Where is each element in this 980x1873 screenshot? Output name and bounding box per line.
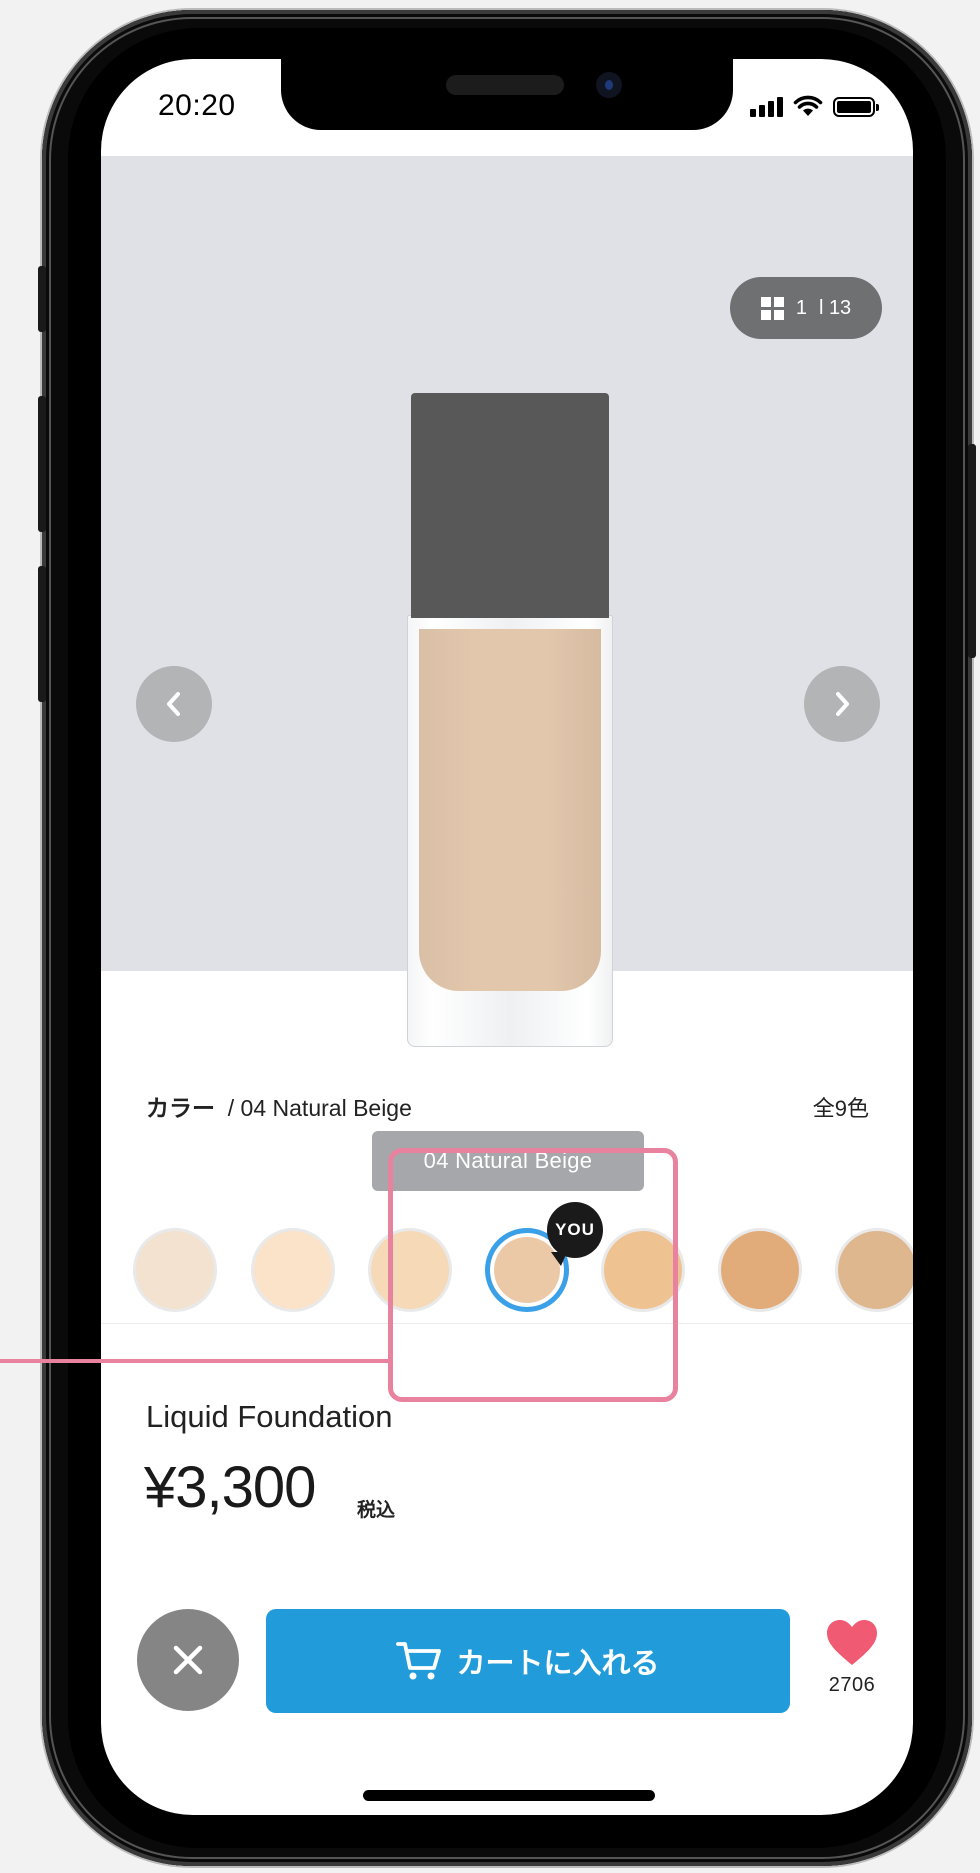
cart-icon <box>396 1642 442 1680</box>
product-gallery[interactable]: 1 l 13 04 Natural Beige <box>101 156 913 1191</box>
counter-current: 1 <box>795 296 807 319</box>
wifi-icon <box>793 95 823 116</box>
cart-label: カートに入れる <box>456 1648 660 1680</box>
color-swatch-2[interactable] <box>251 1228 335 1312</box>
status-time: 20:20 <box>158 89 236 122</box>
battery-icon <box>833 97 879 117</box>
product-price: ¥3,300 <box>144 1455 316 1520</box>
next-image-button[interactable] <box>804 666 880 742</box>
chevron-left-icon <box>167 692 180 716</box>
close-icon <box>173 1645 203 1675</box>
add-to-cart-button[interactable]: カートに入れる <box>266 1609 790 1713</box>
favorite-button[interactable]: 2706 <box>817 1619 887 1697</box>
close-button[interactable] <box>137 1609 239 1711</box>
image-counter[interactable]: 1 l 13 <box>730 277 882 339</box>
favorite-count: 2706 <box>828 1674 876 1696</box>
color-count: 全9色 <box>812 1096 869 1121</box>
speaker-grille <box>446 75 564 95</box>
color-swatch-6[interactable] <box>718 1228 802 1312</box>
product-name: Liquid Foundation <box>146 1399 393 1434</box>
power-button <box>968 444 976 658</box>
volume-down-button <box>38 566 46 702</box>
tax-note: 税込 <box>357 1500 396 1521</box>
home-indicator[interactable] <box>363 1790 655 1801</box>
chevron-right-icon <box>836 692 849 716</box>
callout-line <box>0 1359 390 1363</box>
color-label: カラー <box>146 1095 215 1121</box>
grid-icon <box>760 296 784 320</box>
color-title: カラー / 04 Natural Beige <box>146 1089 412 1123</box>
bottle-liquid <box>419 629 601 991</box>
counter-total: l 13 <box>818 296 852 319</box>
mute-switch <box>38 266 46 332</box>
volume-up-button <box>38 396 46 532</box>
color-selected-name: / 04 Natural Beige <box>227 1095 412 1121</box>
bottle-cap <box>411 393 609 618</box>
callout-highlight <box>388 1148 678 1402</box>
status-icons <box>750 95 879 117</box>
color-swatch-1[interactable] <box>133 1228 217 1312</box>
color-swatch-7[interactable] <box>835 1228 913 1312</box>
front-camera <box>596 72 622 98</box>
notch <box>281 59 733 130</box>
phone-screen: 20:20 1 l 13 04 Natural Beige カラー / 04 N… <box>101 59 913 1815</box>
heart-icon <box>827 1620 877 1665</box>
prev-image-button[interactable] <box>136 666 212 742</box>
signal-icon <box>750 97 783 117</box>
